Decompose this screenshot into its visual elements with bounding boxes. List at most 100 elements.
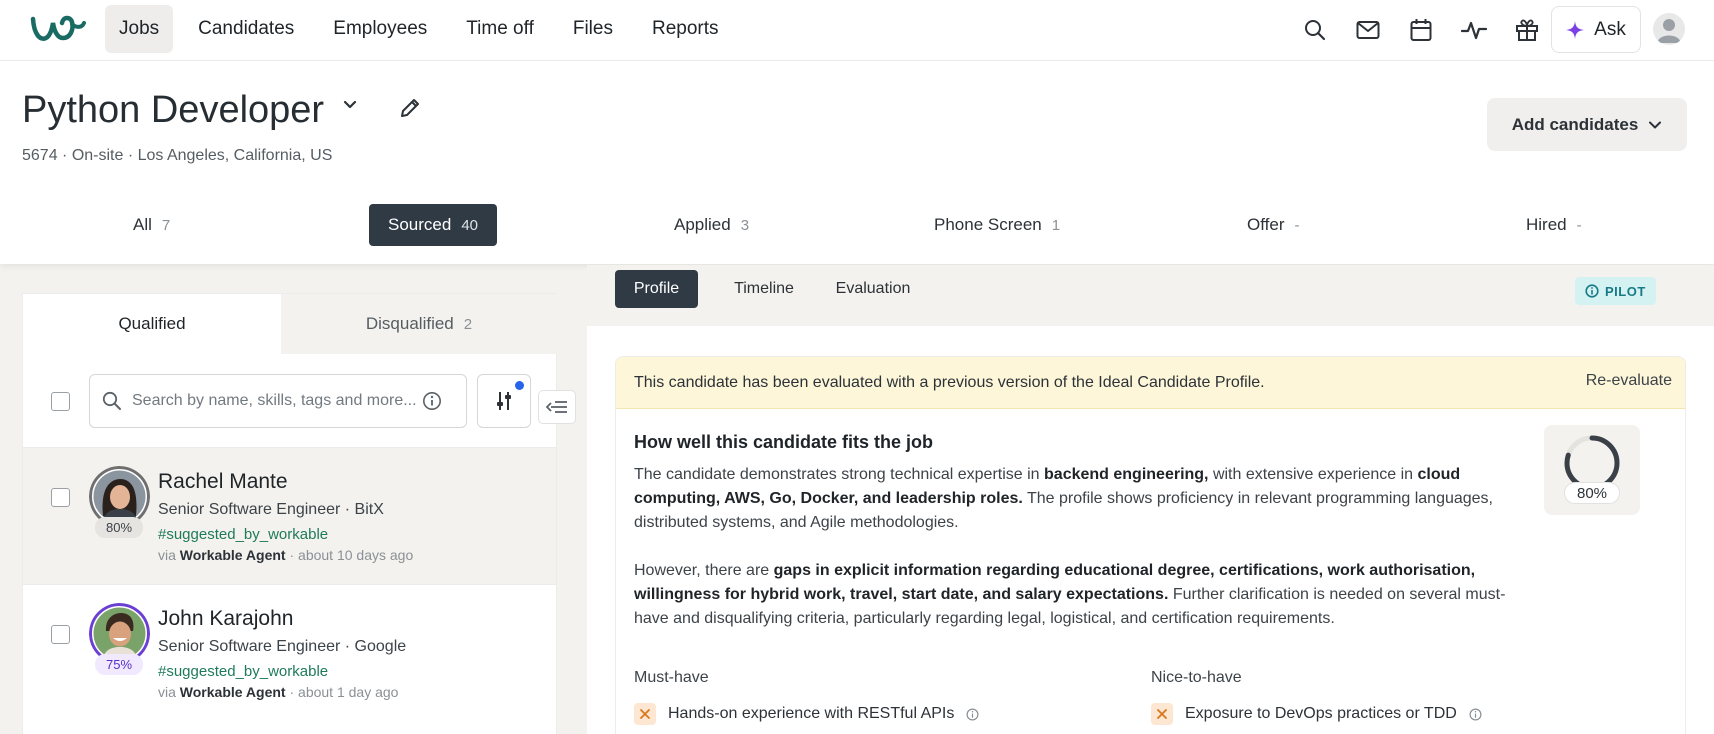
candidate-role: Senior Software Engineer · BitX [158,501,384,518]
nav-icon-group [1295,12,1560,48]
stage-count: - [1576,216,1582,234]
info-icon[interactable] [1469,708,1482,721]
search-icon[interactable] [1295,12,1335,48]
top-navigation: Jobs Candidates Employees Time off Files… [0,0,1714,61]
stage-label: Sourced [388,215,452,234]
fit-summary-paragraph: The candidate demonstrates strong techni… [634,463,1514,535]
activity-icon[interactable] [1454,12,1494,48]
summary-text: The candidate demonstrates strong techni… [634,466,1045,483]
candidate-name[interactable]: Rachel Mante [158,470,288,494]
filter-button[interactable] [477,374,531,428]
sourced-time: · about 1 day ago [289,684,399,700]
via-source: Workable Agent [179,684,286,700]
tab-timeline[interactable]: Timeline [720,270,808,308]
sparkle-icon [1566,20,1585,39]
nav-jobs[interactable]: Jobs [105,5,174,53]
tab-label: Qualified [118,314,186,333]
ask-button[interactable]: Ask [1551,6,1641,53]
stage-count: - [1294,216,1300,234]
stage-hired[interactable]: Hired - [1526,204,1582,246]
reevaluate-link[interactable]: Re-evaluate [1586,372,1672,390]
sliders-icon [497,392,511,410]
stage-label: Applied [674,215,731,234]
nav-files[interactable]: Files [559,5,627,53]
tab-profile[interactable]: Profile [615,270,698,308]
stage-applied[interactable]: Applied 3 [674,204,749,246]
stage-offer[interactable]: Offer - [1247,204,1299,246]
criterion-label: Hands-on experience with RESTful APIs [668,705,955,722]
tab-disqualified[interactable]: Disqualified 2 [281,294,557,354]
via-source: Workable Agent [179,547,286,563]
stage-count: 3 [740,216,750,234]
stage-count: 40 [461,216,479,234]
candidate-tag[interactable]: #suggested_by_workable [158,526,328,543]
stage-label: Offer [1247,215,1285,234]
workable-logo[interactable] [30,14,86,44]
cross-icon [634,703,656,725]
job-meta: 5674 · On-site · Los Angeles, California… [22,147,333,164]
user-avatar[interactable] [1653,13,1685,45]
candidate-role: Senior Software Engineer · Google [158,638,407,655]
criterion-item: Exposure to DevOps practices or TDD [1151,703,1482,725]
search-icon [102,391,121,410]
job-header: Python Developer 5674 · On-site · Los An… [0,61,1714,264]
candidate-search [89,374,467,428]
criterion-label: Exposure to DevOps practices or TDD [1185,705,1457,722]
stage-label: All [133,215,152,234]
collapse-panel-button[interactable] [538,390,576,424]
chevron-down-icon[interactable] [342,97,358,118]
candidate-source: via Workable Agent · about 1 day ago [158,684,398,700]
chevron-down-icon [1649,121,1662,128]
fit-gaps-paragraph: However, there are gaps in explicit info… [634,559,1514,631]
tab-count: 2 [463,315,473,333]
summary-highlight: backend engineering, [1044,466,1209,483]
search-input[interactable] [132,392,422,410]
select-all-checkbox[interactable] [51,392,70,411]
stage-phone-screen[interactable]: Phone Screen 1 [934,204,1060,246]
calendar-icon[interactable] [1401,12,1441,48]
summary-text: However, there are [634,562,774,579]
cross-icon [1151,703,1173,725]
detail-tabs: Profile Timeline Evaluation PILOT [587,265,1714,326]
add-candidates-button[interactable]: Add candidates [1487,98,1687,151]
pilot-label: PILOT [1605,283,1646,299]
stage-all[interactable]: All 7 [133,204,170,246]
candidate-score-badge: 80% [95,517,143,538]
info-icon[interactable] [422,391,442,411]
criterion-item: Hands-on experience with RESTful APIs [634,703,979,725]
candidate-row[interactable]: 75% John Karajohn Senior Software Engine… [23,584,556,721]
candidate-row[interactable]: 80% Rachel Mante Senior Software Enginee… [23,447,556,584]
stage-sourced[interactable]: Sourced 40 [369,204,498,246]
nav-employees[interactable]: Employees [319,5,441,53]
nav-reports[interactable]: Reports [638,5,733,53]
stage-count: 1 [1051,216,1061,234]
mail-icon[interactable] [1348,12,1388,48]
qualification-tabs: Qualified Disqualified 2 [23,294,557,354]
pencil-icon[interactable] [399,97,421,124]
must-have-heading: Must-have [634,669,709,686]
filter-active-dot [515,381,524,390]
candidate-checkbox[interactable] [51,625,70,644]
nav-time-off[interactable]: Time off [452,5,548,53]
nav-candidates[interactable]: Candidates [184,5,308,53]
ask-label: Ask [1594,18,1626,40]
stage-label: Phone Screen [934,215,1042,234]
collapse-left-icon [546,401,567,413]
pilot-badge: PILOT [1575,277,1656,305]
gift-icon[interactable] [1507,12,1547,48]
fit-score-gauge: 80% [1544,425,1640,515]
candidate-tag[interactable]: #suggested_by_workable [158,663,328,680]
notice-text: This candidate has been evaluated with a… [634,373,1265,391]
via-prefix: via [158,684,176,700]
tab-qualified[interactable]: Qualified [23,294,281,354]
info-icon[interactable] [966,708,979,721]
candidate-checkbox[interactable] [51,488,70,507]
candidate-list-panel: Qualified Disqualified 2 80% Rachel Ma [22,293,557,734]
stage-count: 7 [161,216,171,234]
stage-label: Hired [1526,215,1567,234]
candidate-source: via Workable Agent · about 10 days ago [158,547,413,563]
nice-to-have-heading: Nice-to-have [1151,669,1242,686]
candidate-name[interactable]: John Karajohn [158,607,293,631]
tab-evaluation[interactable]: Evaluation [825,270,921,308]
info-icon [1585,284,1599,298]
